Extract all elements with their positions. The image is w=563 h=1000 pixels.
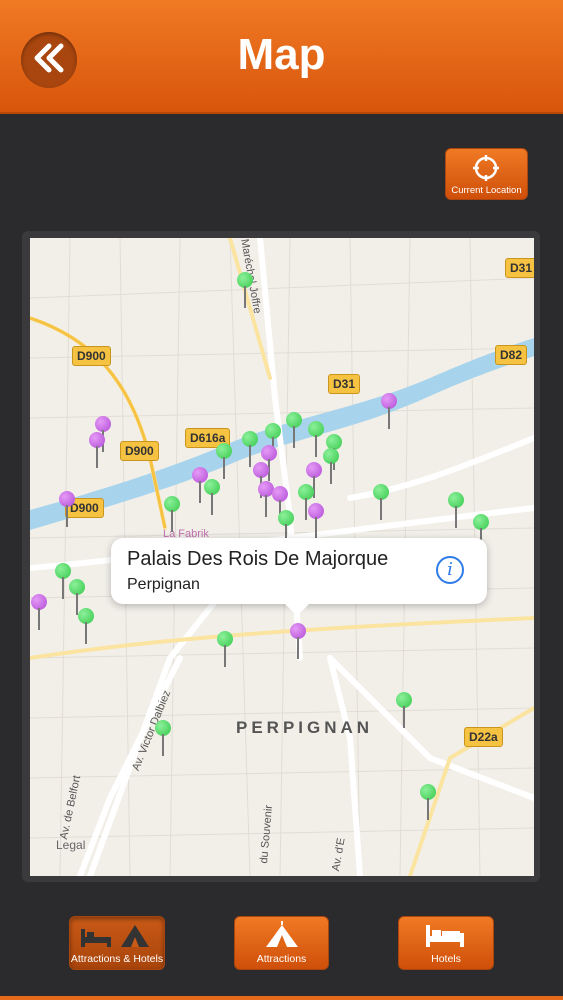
map-callout[interactable]: Palais Des Rois De Majorque Perpignan i [111,538,487,616]
map-pin-selected[interactable] [290,623,306,659]
callout-title: Palais Des Rois De Majorque [127,548,389,570]
tab-label: Attractions & Hotels [70,953,164,965]
map-pin-hotel[interactable] [308,503,324,539]
map-pin-attraction[interactable] [78,608,94,644]
callout-subtitle: Perpignan [127,576,200,593]
map-pin-hotel[interactable] [261,445,277,481]
current-location-label: Current Location [451,185,522,196]
road-badge: D31 [505,258,534,278]
map-pin-attraction[interactable] [420,784,436,820]
city-label: PERPIGNAN [236,718,374,737]
map-pin-attraction[interactable] [278,510,294,546]
map-pin-hotel[interactable] [253,462,269,498]
map-pin-attraction[interactable] [242,431,258,467]
info-icon[interactable]: i [436,556,464,584]
map-pin-attraction[interactable] [298,484,314,520]
map-pin-hotel[interactable] [95,416,111,452]
map-pin-attraction[interactable] [217,631,233,667]
road-badge: D900 [120,441,159,461]
map-pin-attraction[interactable] [265,423,281,459]
current-location-button[interactable]: Current Location [445,148,528,200]
map-pin-attraction[interactable] [216,443,232,479]
tab-hotels[interactable]: Hotels [398,916,494,970]
tab-label: Hotels [431,953,461,965]
tent-icon [235,921,328,956]
road-badge: D22a [464,727,503,747]
map-pin-attraction[interactable] [237,272,253,308]
map-pin-attraction[interactable] [448,492,464,528]
map-pin-attraction[interactable] [164,496,180,532]
map-pin-attraction[interactable] [473,514,489,550]
map-pin-hotel[interactable] [272,486,288,522]
map-pin-hotel[interactable] [59,491,75,527]
map-pin-attraction[interactable] [323,448,339,484]
map-pin-attraction[interactable] [69,579,85,615]
map-pin-attraction[interactable] [308,421,324,457]
road-badge: D900 [72,346,111,366]
map-pin-hotel[interactable] [89,432,105,468]
page-title: Map [237,30,326,79]
legal-link[interactable]: Legal [56,838,85,852]
map-pin-attraction[interactable] [373,484,389,520]
map-pin-attraction[interactable] [396,692,412,728]
map-pin-attraction[interactable] [55,563,71,599]
tab-attractions-hotels[interactable]: Attractions & Hotels [69,916,165,970]
map-pin-attraction[interactable] [155,720,171,756]
road-badge: D82 [495,345,528,365]
bottom-accent-bar [0,996,563,1000]
map-pin-hotel[interactable] [306,462,322,498]
bed-icon [399,921,493,956]
map-pin-attraction[interactable] [286,412,302,448]
map-pin-attraction[interactable] [204,479,220,515]
tab-label: Attractions [256,953,307,965]
header-bar: Map [0,0,563,114]
map-pin-hotel[interactable] [31,594,47,630]
road-badge: D31 [328,374,361,394]
crosshair-icon [471,153,501,188]
map-pin-hotel[interactable] [381,393,397,429]
tab-attractions[interactable]: Attractions [234,916,329,970]
bed-and-tent-icon [70,921,164,956]
